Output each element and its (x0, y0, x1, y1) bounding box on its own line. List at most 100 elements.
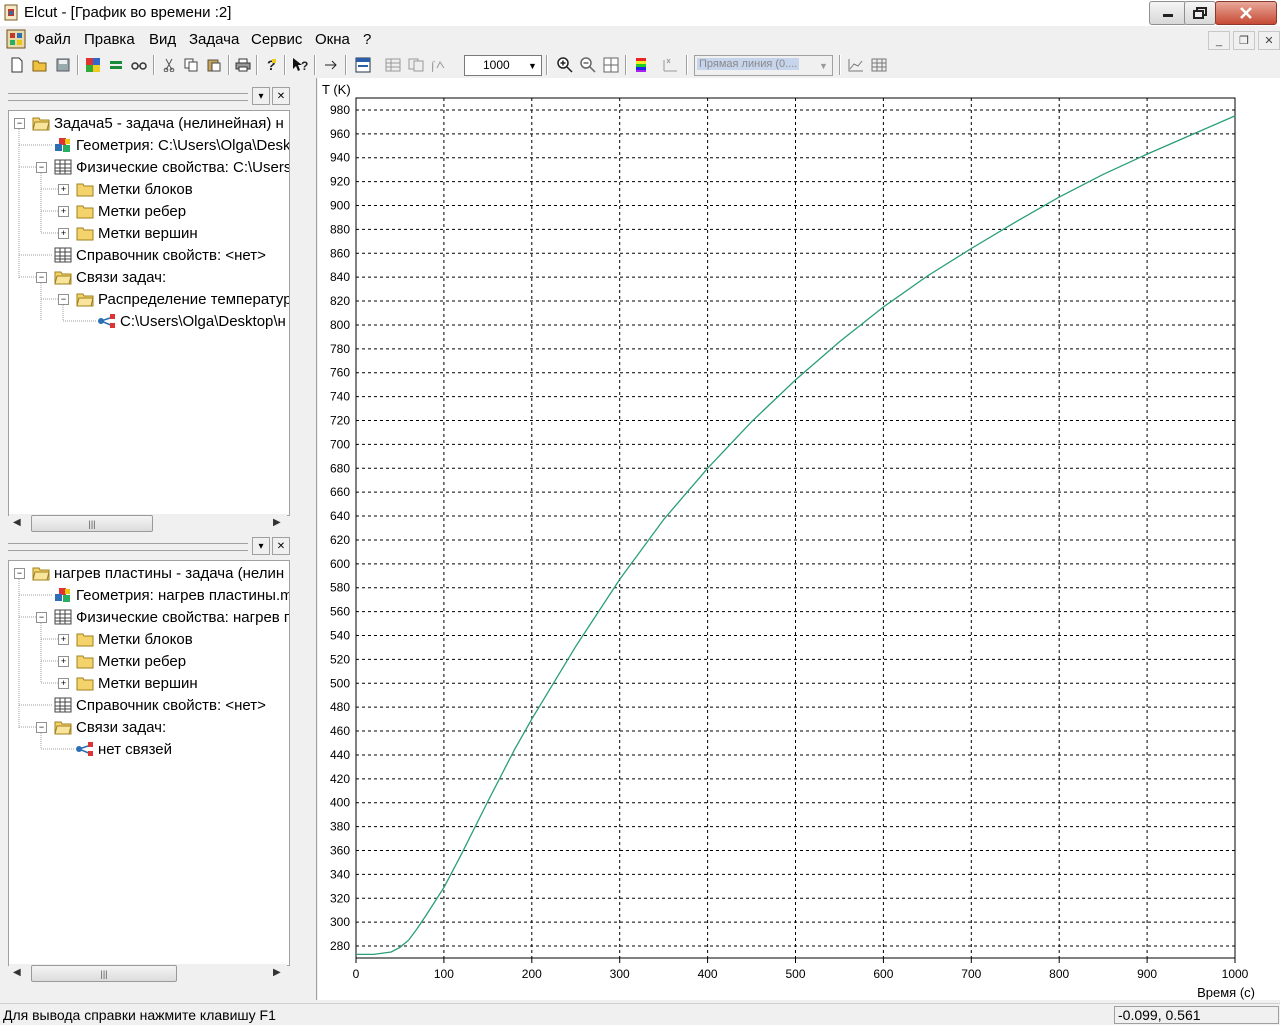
mdi-close-button[interactable]: ✕ (1258, 31, 1280, 50)
collapse-icon[interactable]: − (36, 612, 47, 623)
mdi-restore-button[interactable]: ❐ (1233, 31, 1255, 50)
tree-node[interactable]: Метки ребер (76, 651, 186, 671)
scroll-left-icon[interactable]: ◀ (13, 967, 21, 978)
restore-icon (1193, 7, 1207, 19)
document-system-icon[interactable] (6, 29, 26, 49)
table-icon (54, 159, 72, 175)
copy-button[interactable] (182, 56, 200, 74)
tree-node[interactable]: Метки вершин (76, 223, 198, 243)
next-button[interactable] (322, 56, 340, 74)
tree-node[interactable]: Физические свойства: C:\Users\ (54, 157, 289, 177)
tree-node[interactable]: Физические свойства: нагрев п (54, 607, 289, 627)
color-map-button[interactable] (632, 56, 650, 74)
menu-view[interactable]: Вид (149, 31, 176, 48)
panel2-menu-button[interactable]: ▾ (252, 537, 270, 555)
tree-node[interactable]: Справочник свойств: <нет> (54, 695, 266, 715)
zoom-select[interactable]: 1000 ▼ (464, 55, 542, 76)
new-file-button[interactable] (8, 56, 26, 74)
panel1-hscrollbar[interactable]: ◀ ||| ▶ (9, 514, 287, 532)
tree-node-label: Метки блоков (98, 180, 193, 198)
panel1-close-button[interactable]: ✕ (272, 87, 290, 105)
restore-button[interactable] (1184, 1, 1216, 25)
copy-icon (184, 58, 198, 72)
y-tick-label: 460 (330, 724, 350, 738)
add-contour-button[interactable] (661, 56, 679, 74)
pane-splitter[interactable] (316, 78, 317, 1000)
zoom-fit-button[interactable] (602, 56, 620, 74)
save-button[interactable] (54, 56, 72, 74)
zoom-out-icon (580, 57, 596, 73)
print-button[interactable] (234, 56, 252, 74)
panel1-grip[interactable] (8, 93, 248, 101)
collapse-icon[interactable]: − (14, 118, 25, 129)
scroll-right-icon[interactable]: ▶ (273, 967, 281, 978)
open-file-button[interactable] (31, 56, 49, 74)
tree-node[interactable]: нагрев пластины - задача (нелин (32, 563, 284, 583)
window-layout-button[interactable] (354, 56, 372, 74)
cut-button[interactable] (160, 56, 178, 74)
panel2-hscrollbar[interactable]: ◀ ||| ▶ (9, 964, 287, 982)
tree-node[interactable]: Задача5 - задача (нелинейная) н (32, 113, 284, 133)
panel2-grip[interactable] (8, 543, 248, 551)
expand-icon[interactable]: + (58, 206, 69, 217)
tree-node[interactable]: Геометрия: C:\Users\Olga\Desk (54, 135, 289, 155)
zoom-out-button[interactable] (579, 56, 597, 74)
paste-button[interactable] (205, 56, 223, 74)
panel2-close-button[interactable]: ✕ (272, 537, 290, 555)
table-data-button[interactable] (870, 56, 888, 74)
expand-icon[interactable]: + (58, 184, 69, 195)
zoom-in-button[interactable] (556, 56, 574, 74)
time-plot[interactable]: 0 100 200 300 400 500 600 700 800 900 1000 280 300 32… (318, 78, 1280, 1000)
help-button[interactable]: ? (262, 56, 280, 74)
close-button[interactable] (1215, 1, 1277, 25)
tree-node[interactable]: Метки ребер (76, 201, 186, 221)
collapse-icon[interactable]: − (14, 568, 25, 579)
collapse-icon[interactable]: − (58, 294, 69, 305)
expand-icon[interactable]: + (58, 228, 69, 239)
integral-button[interactable]: ∫ (429, 56, 447, 74)
menu-help[interactable]: ? (363, 31, 371, 48)
menu-file[interactable]: Файл (34, 31, 71, 48)
collapse-icon[interactable]: − (36, 722, 47, 733)
expand-icon[interactable]: + (58, 678, 69, 689)
minimize-button[interactable] (1149, 1, 1187, 25)
y-tick-label: 980 (330, 103, 350, 117)
tree-node[interactable]: Метки блоков (76, 179, 193, 199)
menu-service[interactable]: Сервис (251, 31, 302, 48)
collapse-icon[interactable]: − (36, 162, 47, 173)
panel1-menu-button[interactable]: ▾ (252, 87, 270, 105)
tree-node[interactable]: нет связей (76, 739, 172, 759)
tree-node[interactable]: Связи задач: (54, 267, 166, 287)
y-tick-label: 420 (330, 772, 350, 786)
mdi-minimize-button[interactable]: _ (1208, 31, 1230, 50)
tree-node[interactable]: Распределение температур (76, 289, 289, 309)
tree-node[interactable]: Геометрия: нагрев пластины.m (54, 585, 289, 605)
analyze-button[interactable] (130, 56, 148, 74)
plot-view-button[interactable] (847, 56, 865, 74)
tree-node[interactable]: Справочник свойств: <нет> (54, 245, 266, 265)
solve-button[interactable] (107, 56, 125, 74)
contour-type-value: Прямая линия (0.... (697, 58, 800, 70)
panel1-scroll-thumb[interactable]: ||| (31, 515, 153, 532)
y-tick-label: 440 (330, 748, 350, 762)
tree-node[interactable]: Метки блоков (76, 629, 193, 649)
expand-icon[interactable]: + (58, 634, 69, 645)
tree-node[interactable]: C:\Users\Olga\Desktop\н (98, 311, 286, 331)
tree-node[interactable]: Связи задач: (54, 717, 166, 737)
expand-icon[interactable]: + (58, 656, 69, 667)
chevron-down-icon[interactable]: ▼ (524, 56, 541, 75)
menu-problem[interactable]: Задача (189, 31, 239, 48)
geometry-button[interactable] (84, 56, 102, 74)
scroll-left-icon[interactable]: ◀ (13, 517, 21, 528)
scroll-right-icon[interactable]: ▶ (273, 517, 281, 528)
context-help-button[interactable]: ? (291, 56, 309, 74)
collapse-icon[interactable]: − (36, 272, 47, 283)
panel2-scroll-thumb[interactable]: ||| (31, 965, 177, 982)
menu-windows[interactable]: Окна (315, 31, 350, 48)
tree-node[interactable]: Метки вершин (76, 673, 198, 693)
table-view-button[interactable] (384, 56, 402, 74)
y-tick-label: 600 (330, 557, 350, 571)
menu-edit[interactable]: Правка (84, 31, 135, 48)
folder-open-icon (32, 117, 50, 131)
copy-plot-button[interactable] (407, 56, 425, 74)
